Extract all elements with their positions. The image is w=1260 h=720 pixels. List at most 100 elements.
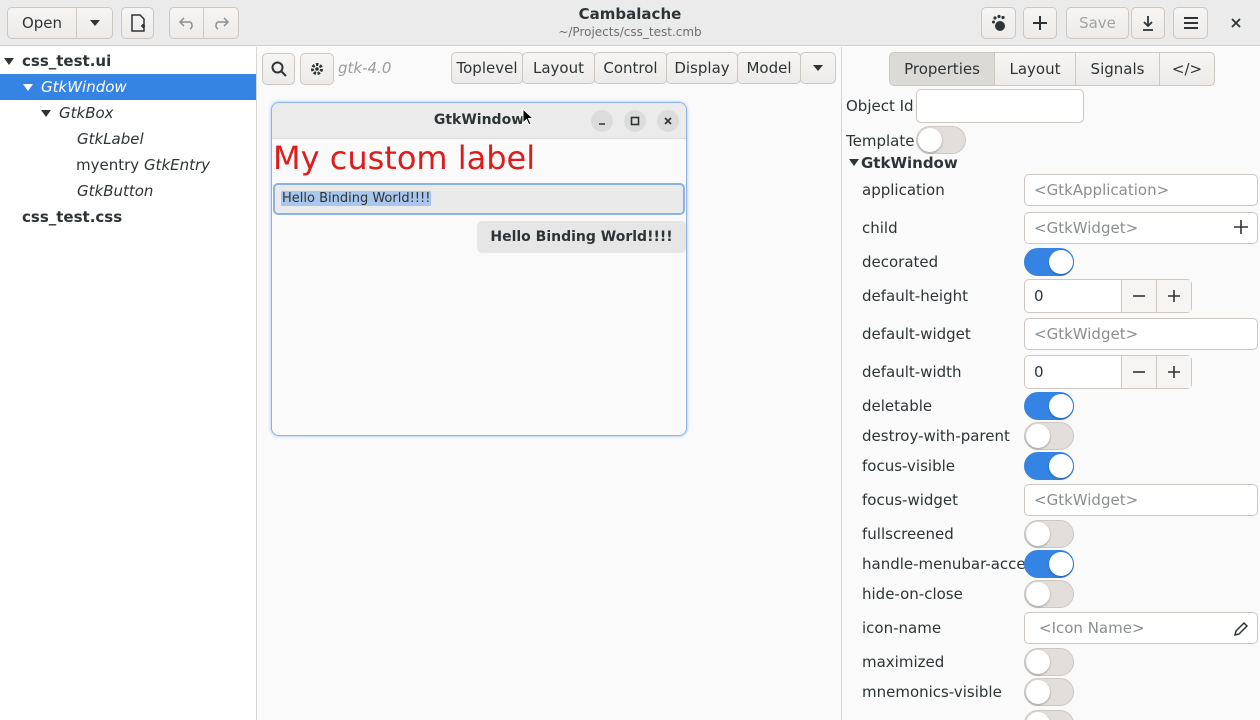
preferences-button[interactable] — [300, 53, 334, 85]
increment-button[interactable] — [1156, 280, 1191, 312]
chevron-down-icon — [813, 65, 823, 71]
prop-mnemonics-visible-switch[interactable] — [1024, 678, 1074, 706]
prop-hide-on-close-switch[interactable] — [1024, 580, 1074, 608]
switch-knob — [1026, 522, 1050, 546]
plus-icon[interactable] — [1232, 218, 1250, 236]
decrement-button[interactable] — [1121, 356, 1156, 388]
prop-label-fullscreened: fullscreened — [862, 525, 954, 543]
spin-value: 0 — [1034, 363, 1044, 381]
tab-label: Control — [603, 59, 658, 77]
template-switch[interactable] — [916, 126, 966, 154]
preview-titlebar: GtkWindow — [272, 103, 686, 139]
prop-deletable-switch[interactable] — [1024, 392, 1074, 420]
search-button[interactable] — [262, 53, 295, 85]
download-icon — [1143, 16, 1153, 31]
tab-label: Properties — [904, 60, 980, 78]
tab-label: </> — [1171, 60, 1203, 78]
export-button[interactable] — [1131, 7, 1165, 39]
placeholder-text: <GtkWidget> — [1034, 491, 1139, 509]
prop-focus-visible-switch[interactable] — [1024, 452, 1074, 480]
prop-maximized-switch[interactable] — [1024, 648, 1074, 676]
prop-default-widget-field[interactable]: <GtkWidget> — [1024, 318, 1258, 350]
prop-label-hide-on-close: hide-on-close — [862, 585, 963, 603]
minimize-icon — [599, 123, 605, 125]
tree-item-gtklabel[interactable]: GtkLabel — [0, 126, 256, 152]
header-bar: Open Cambalache ~/Projects/css_test.cmb … — [0, 0, 1260, 46]
mouse-cursor-icon — [522, 108, 534, 126]
minimize-button[interactable] — [591, 110, 613, 132]
prop-default-height-spin[interactable]: 0 — [1024, 279, 1192, 313]
prop-icon-name-field[interactable]: <Icon Name> — [1024, 612, 1258, 644]
tab-xml-source[interactable]: </> — [1159, 52, 1215, 86]
prop-destroy-with-parent-switch[interactable] — [1024, 422, 1074, 450]
tab-control[interactable]: Control — [594, 52, 667, 84]
preview-window[interactable]: GtkWindow My custom label Hello Binding … — [271, 102, 687, 436]
placeholder-text: <GtkWidget> — [1034, 219, 1139, 237]
more-tabs-dropdown[interactable] — [800, 52, 836, 84]
prop-label-default-height: default-height — [862, 287, 969, 305]
tree-item-myentry[interactable]: myentry GtkEntry — [0, 152, 256, 178]
object-type-text: GtkEntry — [143, 156, 211, 174]
prop-fullscreened-switch[interactable] — [1024, 520, 1074, 548]
tree-item-label: GtkButton — [77, 182, 154, 200]
tree-item-gtkwindow[interactable]: GtkWindow — [0, 74, 256, 100]
placeholder-text: <GtkWidget> — [1034, 325, 1139, 343]
tab-signals[interactable]: Signals — [1075, 52, 1160, 86]
increment-button[interactable] — [1156, 356, 1191, 388]
close-window-button[interactable] — [1224, 12, 1248, 34]
switch-knob — [1049, 552, 1073, 576]
template-label: Template — [846, 132, 915, 150]
tab-properties[interactable]: Properties — [889, 52, 995, 86]
prop-handle-menubar-accel-switch[interactable] — [1024, 550, 1074, 578]
add-button[interactable] — [1023, 7, 1057, 39]
switch-knob — [1049, 394, 1073, 418]
expander-arrow-icon[interactable] — [23, 84, 33, 91]
hamburger-menu-icon — [1183, 17, 1198, 29]
section-expander-icon[interactable] — [848, 158, 860, 168]
expander-arrow-icon[interactable] — [4, 58, 14, 65]
gtk-version-label: gtk-4.0 — [338, 59, 392, 77]
tree-item-label: css_test.ui — [22, 52, 112, 70]
prop-default-width-spin[interactable]: 0 — [1024, 355, 1192, 389]
preview-button[interactable]: Hello Binding World!!!! — [477, 221, 686, 253]
tree-item-css-test-css[interactable]: css_test.css — [0, 204, 256, 230]
preview-close-button[interactable] — [657, 110, 679, 132]
tree-item-gtkbox[interactable]: GtkBox — [0, 100, 256, 126]
project-tree: css_test.ui GtkWindow GtkBox GtkLabel my… — [0, 47, 257, 720]
tree-item-label: css_test.css — [22, 208, 123, 226]
decrement-button[interactable] — [1121, 280, 1156, 312]
tree-item-gtkbutton[interactable]: GtkButton — [0, 178, 256, 204]
tab-display[interactable]: Display — [666, 52, 738, 84]
prop-child-field[interactable]: <GtkWidget> — [1024, 212, 1258, 244]
main-menu-button[interactable] — [1173, 7, 1208, 39]
prop-application-field[interactable]: <GtkApplication> — [1024, 174, 1258, 206]
object-id-label: Object Id — [846, 97, 914, 115]
object-id-input[interactable] — [916, 89, 1084, 123]
prop-decorated-switch[interactable] — [1024, 248, 1074, 276]
object-id-text: myentry — [76, 156, 140, 174]
button-label: Hello Binding World!!!! — [490, 229, 673, 245]
maximize-icon — [630, 116, 640, 126]
expander-arrow-icon[interactable] — [41, 110, 51, 117]
tab-label: Display — [674, 59, 730, 77]
plus-icon — [1168, 290, 1180, 302]
section-title: GtkWindow — [861, 154, 958, 172]
switch-knob — [1026, 680, 1050, 704]
minus-icon — [1133, 371, 1145, 373]
plus-icon — [1168, 366, 1180, 378]
tab-model[interactable]: Model — [737, 52, 801, 84]
tab-layout[interactable]: Layout — [522, 52, 595, 84]
prop-label-child: child — [862, 219, 898, 237]
prop-partial-switch[interactable] — [1024, 710, 1074, 720]
prop-focus-widget-field[interactable]: <GtkWidget> — [1024, 484, 1258, 516]
inspect-button[interactable] — [981, 7, 1016, 39]
maximize-button[interactable] — [624, 110, 646, 132]
pencil-icon[interactable] — [1232, 620, 1250, 638]
myentry-field[interactable]: Hello Binding World!!!! — [273, 183, 685, 215]
prop-label-focus-visible: focus-visible — [862, 457, 955, 475]
prop-label-default-widget: default-widget — [862, 325, 971, 343]
save-button[interactable]: Save — [1066, 7, 1129, 39]
tree-item-css-test-ui[interactable]: css_test.ui — [0, 48, 256, 74]
tab-layout-props[interactable]: Layout — [994, 52, 1076, 86]
tab-toplevel[interactable]: Toplevel — [451, 52, 523, 84]
